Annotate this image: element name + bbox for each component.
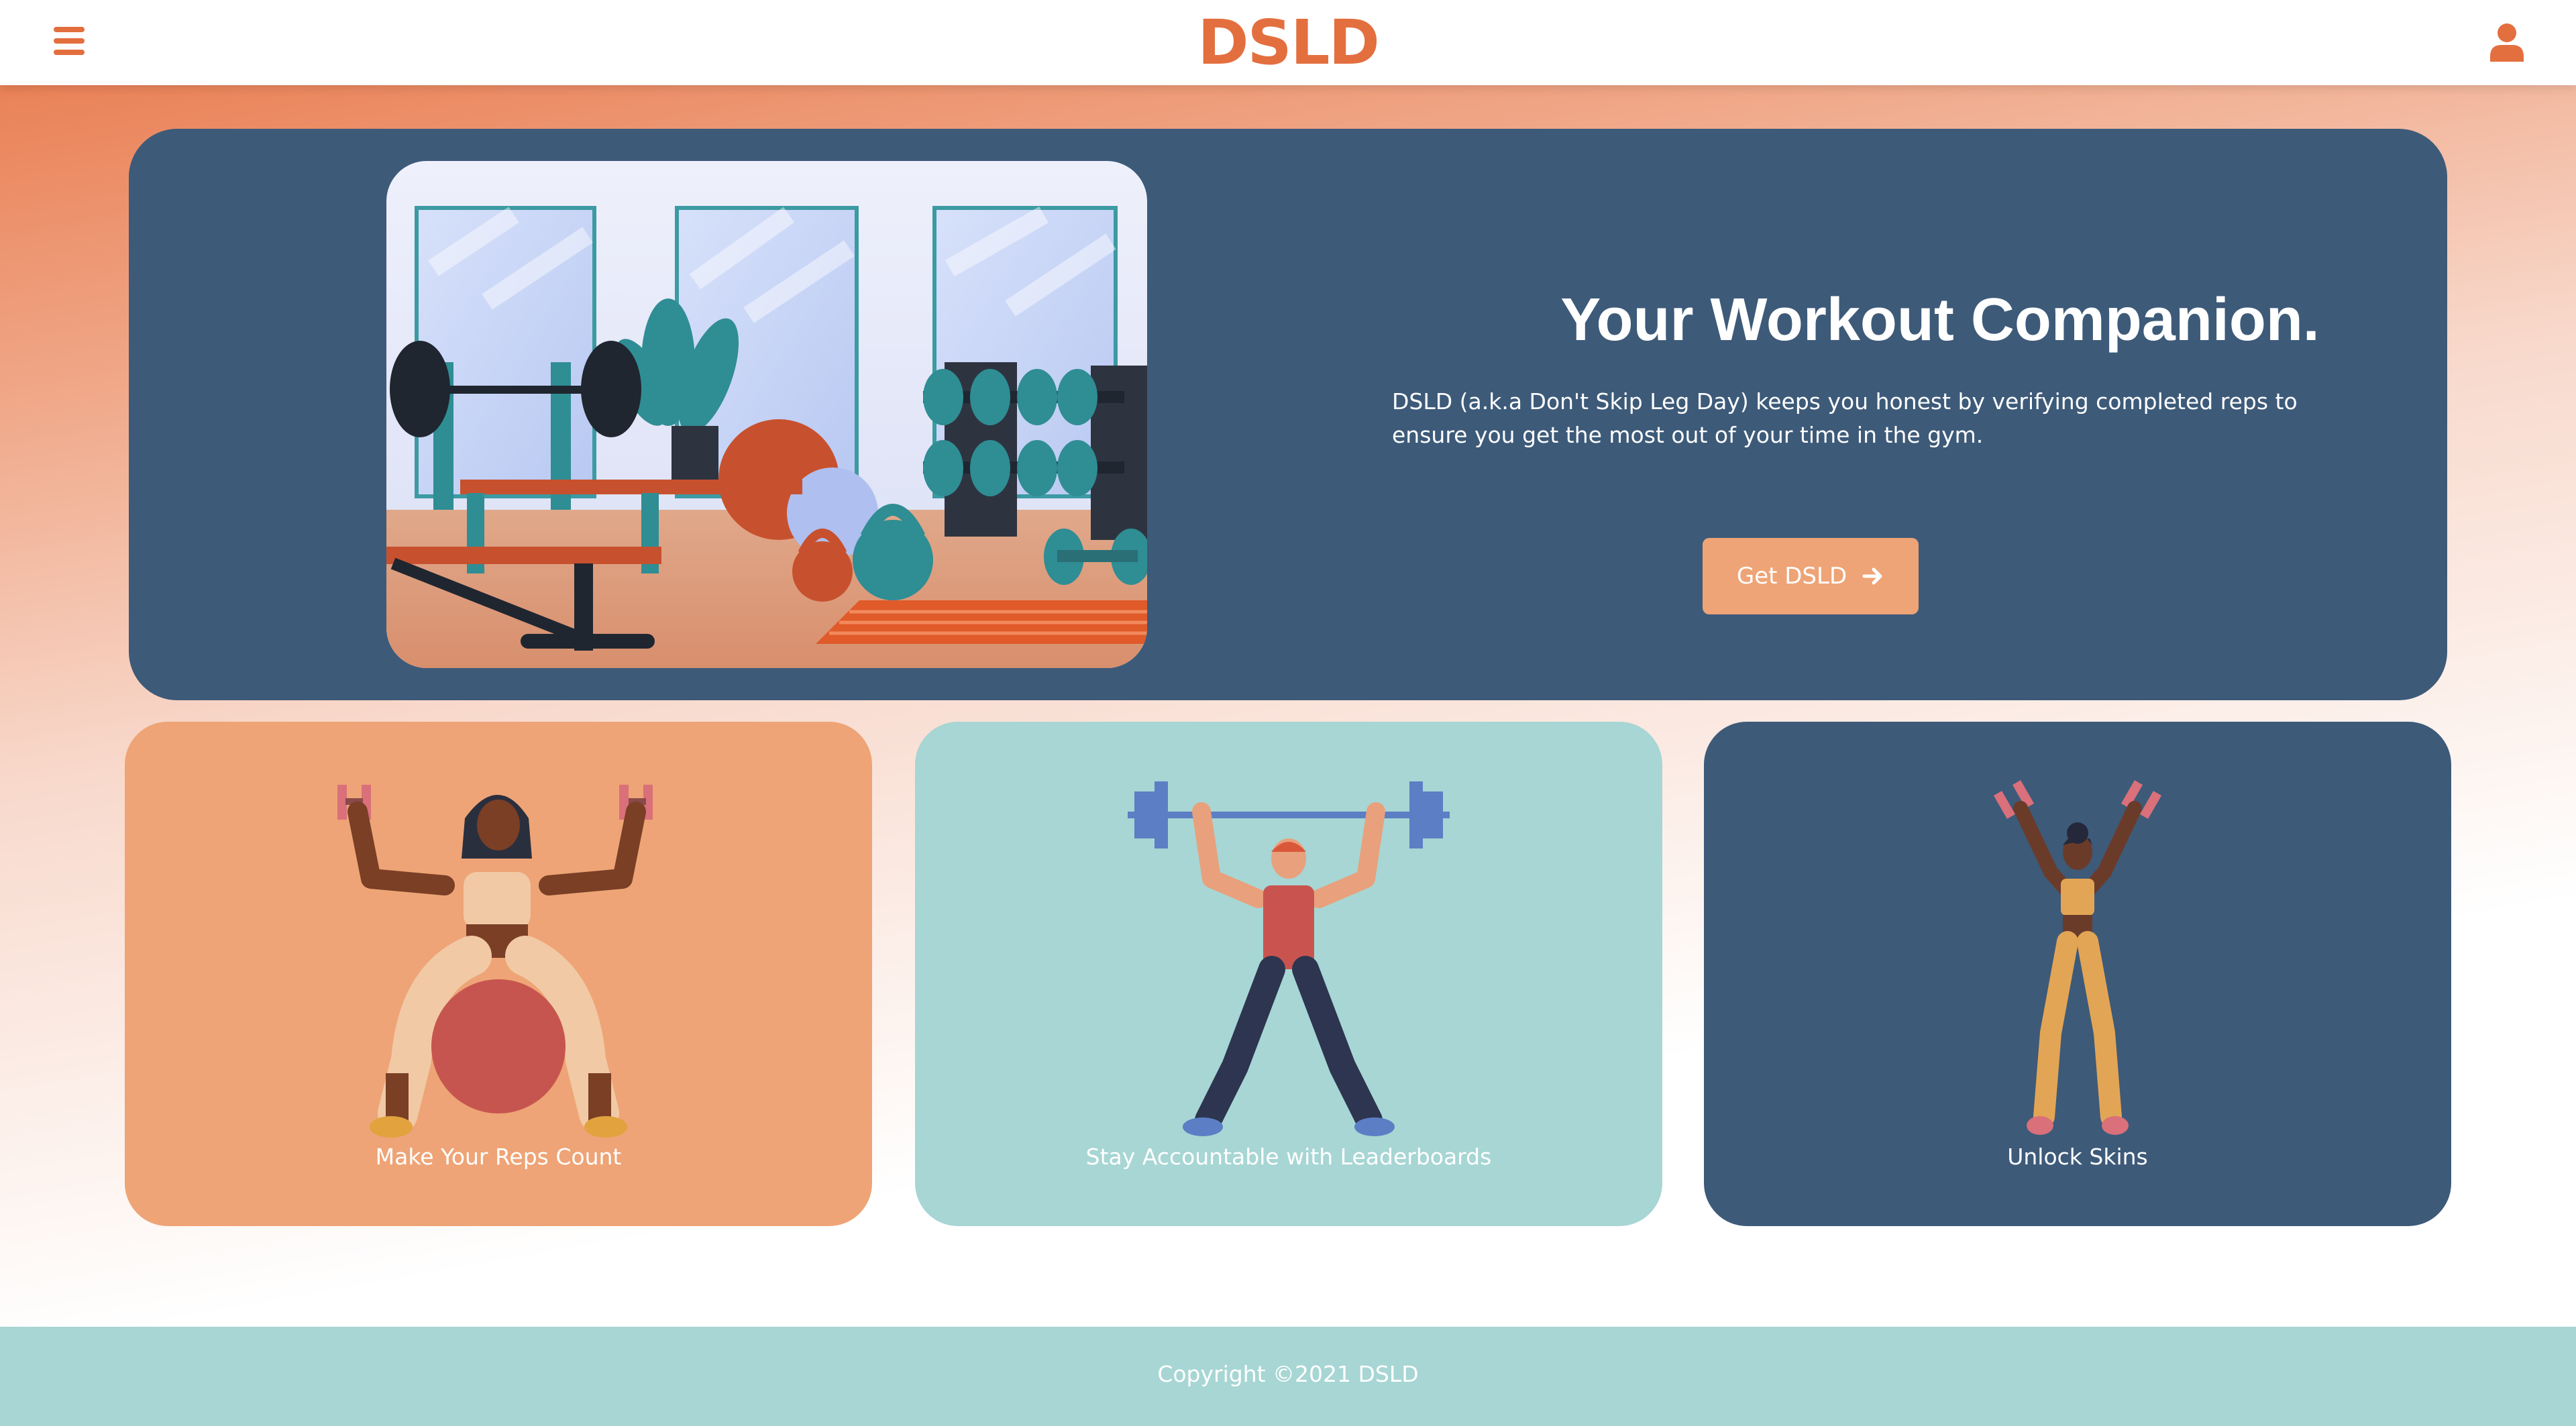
top-nav-bar: DSLD xyxy=(0,0,2576,85)
woman-raising-dumbbells-illustration xyxy=(1876,778,2279,1181)
hero-title: Your Workout Companion. xyxy=(1560,286,2320,353)
brand-logo[interactable]: DSLD xyxy=(1140,9,1436,76)
get-dsld-button-label: Get DSLD xyxy=(1736,563,1847,590)
hero-description: DSLD (a.k.a Don't Skip Leg Day) keeps yo… xyxy=(1392,388,2298,448)
feature-card-reps: Make Your Reps Count xyxy=(125,722,872,1226)
footer: Copyright ©2021 DSLD xyxy=(0,1327,2576,1426)
feature-card-leaderboards: Stay Accountable with Leaderboards xyxy=(915,722,1662,1226)
feature-card-skins: Unlock Skins xyxy=(1704,722,2451,1226)
gym-interior-illustration xyxy=(386,161,1147,668)
arrow-right-icon xyxy=(1862,567,1882,585)
get-dsld-button[interactable]: Get DSLD xyxy=(1703,538,1919,614)
feature-label: Unlock Skins xyxy=(2007,1144,2148,1170)
feature-label: Stay Accountable with Leaderboards xyxy=(1085,1144,1492,1170)
user-icon[interactable] xyxy=(2490,23,2524,62)
man-lifting-barbell-illustration xyxy=(1087,778,1490,1181)
woman-on-exercise-ball-illustration xyxy=(297,778,700,1181)
hamburger-menu-icon[interactable] xyxy=(54,27,85,55)
copyright-text: Copyright ©2021 DSLD xyxy=(1157,1361,1419,1387)
hero-banner: Your Workout Companion. DSLD (a.k.a Don'… xyxy=(129,129,2447,700)
feature-label: Make Your Reps Count xyxy=(375,1144,622,1170)
